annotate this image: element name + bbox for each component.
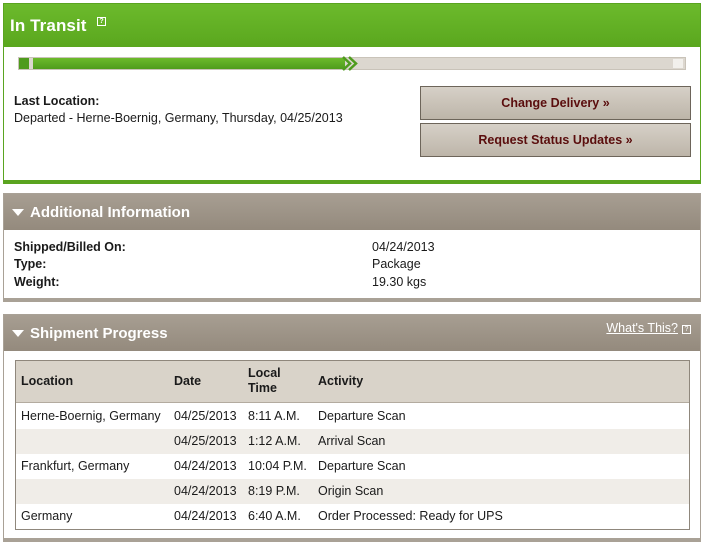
progress-end-marker	[673, 59, 683, 68]
info-label: Shipped/Billed On:	[14, 240, 126, 254]
column-header-date: Date	[174, 374, 202, 388]
shipment-progress-table: Location Date Local Time Activity Herne-…	[15, 360, 690, 530]
status-panel: In Transit ? Last Location: Departed - H…	[3, 3, 701, 184]
shipment-progress-panel: Shipment Progress What's This? ? Locatio…	[3, 314, 701, 542]
section-title: Additional Information	[30, 204, 190, 221]
request-status-updates-button[interactable]: Request Status Updates »	[420, 123, 691, 157]
collapse-triangle-icon[interactable]	[12, 330, 24, 337]
info-label: Type:	[14, 257, 47, 271]
column-header-local-time: Local Time	[248, 366, 281, 395]
section-title: Shipment Progress	[30, 325, 168, 342]
cell-date: 04/24/2013	[174, 509, 237, 523]
shipment-progress-header[interactable]: Shipment Progress What's This? ?	[4, 315, 700, 351]
cell-activity: Departure Scan	[318, 459, 406, 473]
cell-time: 8:11 A.M.	[248, 409, 300, 423]
column-header-activity: Activity	[318, 374, 364, 388]
cell-activity: Arrival Scan	[318, 434, 386, 448]
cell-date: 04/24/2013	[174, 484, 237, 498]
cell-time: 6:40 A.M.	[248, 509, 301, 523]
additional-information-header[interactable]: Additional Information	[4, 194, 700, 230]
column-header-local-time-line2: Time	[248, 381, 277, 395]
cell-location: Frankfurt, Germany	[21, 459, 130, 473]
progress-chevron-icon	[342, 56, 358, 71]
info-value: Package	[372, 257, 421, 271]
info-value: 04/24/2013	[372, 240, 435, 254]
cell-location: Germany	[21, 509, 73, 523]
collapse-triangle-icon[interactable]	[12, 209, 24, 216]
cell-time: 10:04 P.M.	[248, 459, 307, 473]
progress-start-marker	[19, 58, 29, 69]
progress-fill	[33, 58, 345, 69]
cell-date: 04/24/2013	[174, 459, 237, 473]
progress-bar	[18, 56, 686, 71]
info-row: Type: Package	[14, 257, 421, 271]
cell-activity: Origin Scan	[318, 484, 384, 498]
info-row: Shipped/Billed On: 04/24/2013	[14, 240, 435, 254]
status-title: In Transit	[10, 16, 87, 35]
cell-time: 8:19 P.M.	[248, 484, 300, 498]
cell-activity: Departure Scan	[318, 409, 406, 423]
table-row: 04/24/2013 8:19 P.M. Origin Scan	[16, 479, 689, 504]
help-icon[interactable]: ?	[97, 17, 106, 26]
cell-time: 1:12 A.M.	[248, 434, 301, 448]
cell-activity: Order Processed: Ready for UPS	[318, 509, 503, 523]
table-row: 04/25/2013 1:12 A.M. Arrival Scan	[16, 429, 689, 454]
last-location-value: Departed - Herne-Boernig, Germany, Thurs…	[14, 111, 343, 125]
table-row: Herne-Boernig, Germany 04/25/2013 8:11 A…	[16, 404, 689, 429]
cell-date: 04/25/2013	[174, 434, 237, 448]
help-icon[interactable]: ?	[682, 325, 691, 334]
last-location-label: Last Location:	[14, 94, 100, 108]
cell-date: 04/25/2013	[174, 409, 237, 423]
last-location: Last Location: Departed - Herne-Boernig,…	[14, 93, 343, 127]
cell-location: Herne-Boernig, Germany	[21, 409, 161, 423]
table-row: Frankfurt, Germany 04/24/2013 10:04 P.M.…	[16, 454, 689, 479]
table-header: Location Date Local Time Activity	[16, 361, 689, 403]
column-header-location: Location	[21, 374, 74, 388]
status-header: In Transit ?	[4, 4, 700, 47]
info-row: Weight: 19.30 kgs	[14, 275, 426, 289]
table-row: Germany 04/24/2013 6:40 A.M. Order Proce…	[16, 504, 689, 529]
whats-this-link[interactable]: What's This?	[606, 321, 678, 335]
info-label: Weight:	[14, 275, 60, 289]
change-delivery-button[interactable]: Change Delivery »	[420, 86, 691, 120]
column-header-local-time-line1: Local	[248, 366, 281, 380]
additional-information-panel: Additional Information Shipped/Billed On…	[3, 193, 701, 302]
info-value: 19.30 kgs	[372, 275, 427, 289]
